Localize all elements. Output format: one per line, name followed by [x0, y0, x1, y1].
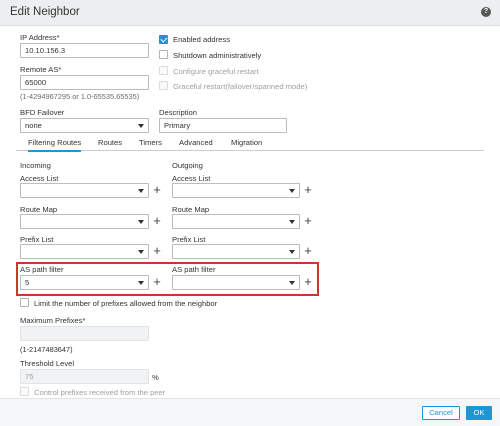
tab-bar: Filtering Routes Routes Timers Advanced …	[16, 134, 484, 152]
route-map-out-label: Route Map	[172, 205, 210, 214]
ok-button[interactable]: OK	[466, 406, 492, 420]
enabled-address-label: Enabled address	[173, 35, 230, 44]
graceful-restart-failover-label: Graceful restart(failover/spanned mode)	[173, 82, 308, 91]
remote-as-label: Remote AS*	[20, 65, 62, 74]
chevron-down-icon	[289, 220, 295, 224]
maximum-prefixes-label: Maximum Prefixes*	[20, 316, 86, 325]
threshold-level-label: Threshold Level	[20, 359, 75, 368]
add-route-map-in-button[interactable]: +	[152, 214, 162, 227]
description-label: Description	[159, 108, 197, 117]
add-prefix-list-out-button[interactable]: +	[303, 244, 313, 257]
ip-address-label: IP Address*	[20, 33, 60, 42]
chevron-down-icon	[138, 220, 144, 224]
outgoing-heading: Outgoing	[172, 161, 203, 170]
graceful-restart-checkbox	[159, 66, 168, 75]
route-map-in-label: Route Map	[20, 205, 58, 214]
bfd-failover-value: none	[25, 121, 42, 130]
tab-filtering-routes[interactable]: Filtering Routes	[28, 138, 82, 152]
threshold-unit: %	[152, 373, 159, 382]
dialog-title: Edit Neighbor	[10, 6, 80, 18]
prefix-list-in-select[interactable]	[20, 244, 149, 259]
limit-prefixes-checkbox[interactable]	[20, 298, 29, 307]
as-path-filter-in-value: 5	[25, 278, 30, 287]
chevron-down-icon	[289, 250, 295, 254]
help-icon[interactable]: ?	[481, 7, 491, 17]
access-list-in-label: Access List	[20, 174, 59, 183]
cancel-button[interactable]: Cancel	[422, 406, 460, 420]
as-path-filter-out-select[interactable]	[172, 275, 300, 290]
shutdown-label: Shutdown administratively	[173, 51, 262, 60]
graceful-restart-label: Configure graceful restart	[173, 67, 259, 76]
remote-as-input[interactable]: 65000	[20, 75, 149, 90]
tab-timers[interactable]: Timers	[139, 138, 162, 147]
chevron-down-icon	[289, 281, 295, 285]
add-route-map-out-button[interactable]: +	[303, 214, 313, 227]
access-list-out-label: Access List	[172, 174, 211, 183]
add-as-path-filter-out-button[interactable]: +	[303, 275, 313, 288]
add-access-list-out-button[interactable]: +	[303, 183, 313, 196]
prefix-list-out-label: Prefix List	[172, 235, 206, 244]
remote-as-hint: (1-4294967295 or 1.0-65535.65535)	[20, 92, 140, 101]
as-path-filter-out-label: AS path filter	[172, 265, 216, 274]
access-list-in-select[interactable]	[20, 183, 149, 198]
description-input[interactable]: Primary	[159, 118, 287, 133]
add-prefix-list-in-button[interactable]: +	[152, 244, 162, 257]
dialog-titlebar: Edit Neighbor ?	[0, 0, 500, 26]
tab-advanced[interactable]: Advanced	[179, 138, 213, 147]
shutdown-checkbox[interactable]	[159, 50, 168, 59]
add-access-list-in-button[interactable]: +	[152, 183, 162, 196]
bfd-failover-label: BFD Failover	[20, 108, 65, 117]
prefix-list-in-label: Prefix List	[20, 235, 54, 244]
as-path-filter-in-label: AS path filter	[20, 265, 64, 274]
ip-address-input[interactable]: 10.10.156.3	[20, 43, 149, 58]
chevron-down-icon	[289, 189, 295, 193]
chevron-down-icon	[138, 281, 144, 285]
add-as-path-filter-in-button[interactable]: +	[152, 275, 162, 288]
limit-prefixes-label: Limit the number of prefixes allowed fro…	[34, 299, 218, 308]
route-map-out-select[interactable]	[172, 214, 300, 229]
access-list-out-select[interactable]	[172, 183, 300, 198]
maximum-prefixes-hint: (1-2147483647)	[20, 345, 73, 354]
as-path-filter-in-select[interactable]: 5	[20, 275, 149, 290]
graceful-restart-failover-checkbox	[159, 81, 168, 90]
maximum-prefixes-input	[20, 326, 149, 341]
control-prefixes-checkbox	[20, 387, 29, 396]
tab-migration[interactable]: Migration	[231, 138, 262, 147]
chevron-down-icon	[138, 250, 144, 254]
enabled-address-checkbox[interactable]	[159, 35, 168, 44]
chevron-down-icon	[138, 124, 144, 128]
route-map-in-select[interactable]	[20, 214, 149, 229]
chevron-down-icon	[138, 189, 144, 193]
tab-routes[interactable]: Routes	[98, 138, 122, 147]
incoming-heading: Incoming	[20, 161, 51, 170]
threshold-level-input: 75	[20, 369, 149, 384]
dialog-footer: Cancel OK	[0, 398, 500, 426]
control-prefixes-label: Control prefixes received from the peer	[34, 388, 166, 397]
prefix-list-out-select[interactable]	[172, 244, 300, 259]
bfd-failover-select[interactable]: none	[20, 118, 149, 133]
